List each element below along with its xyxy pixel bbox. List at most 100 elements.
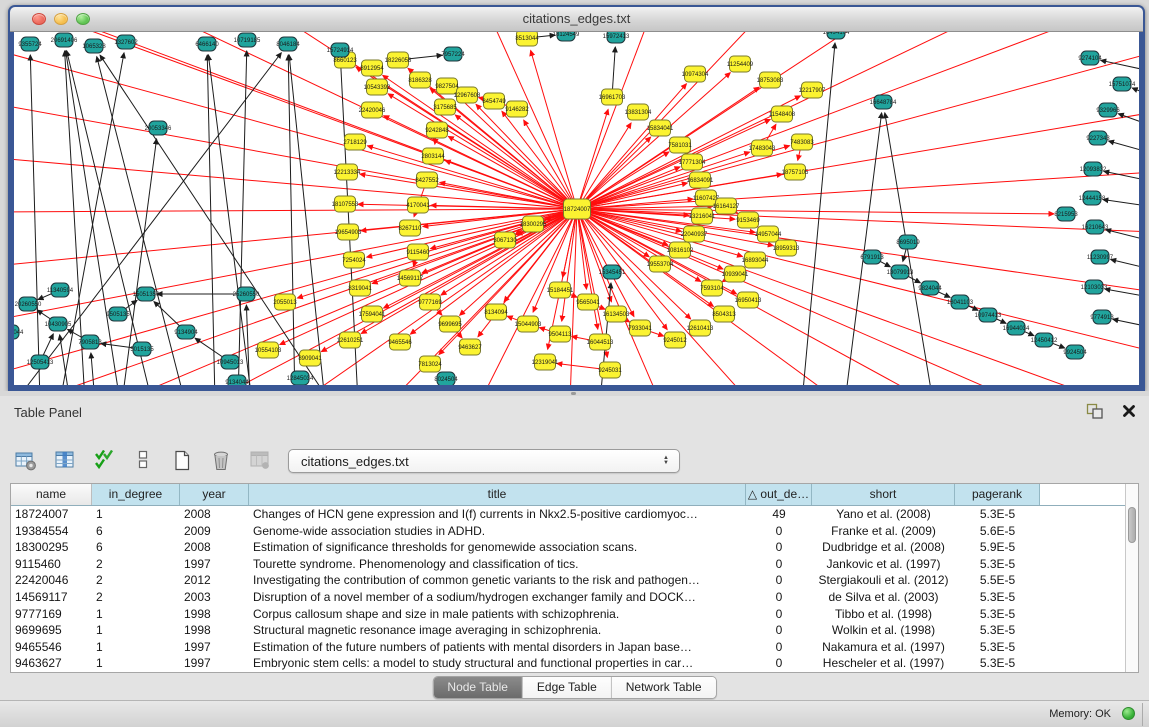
graph-node[interactable]: 14957044 — [755, 226, 782, 242]
cell-year[interactable]: 2009 — [180, 523, 249, 540]
graph-node[interactable]: 7933041 — [628, 320, 652, 336]
graph-node[interactable]: 8454749 — [482, 93, 506, 109]
graph-node[interactable]: 8046184 — [276, 37, 300, 51]
graph-node[interactable]: 8912954 — [360, 60, 384, 76]
graph-node[interactable]: 9824044 — [918, 281, 942, 295]
cell-short[interactable]: Hescheler et al. (1997) — [812, 655, 955, 672]
graph-node[interactable]: 9565041 — [576, 294, 600, 310]
cell-out_degree[interactable]: 0 — [746, 523, 812, 540]
tab-network-table[interactable]: Network Table — [612, 677, 716, 698]
graph-node[interactable]: 16134503 — [603, 306, 630, 322]
graph-node[interactable]: 7957224 — [441, 47, 465, 61]
table-row[interactable]: 1456911722003Disruption of a novel membe… — [11, 589, 1138, 606]
graph-node[interactable]: 17771304 — [679, 154, 706, 170]
graph-node[interactable]: 16944034 — [1003, 321, 1030, 335]
graph-node[interactable]: 8504313 — [712, 306, 736, 322]
table-selector-dropdown[interactable]: citations_edges.txt ▲▼ — [288, 449, 680, 473]
graph-node[interactable]: 22420046 — [359, 102, 386, 118]
graph-node[interactable]: 13831304 — [625, 104, 652, 120]
graph-node[interactable]: 9245031 — [598, 362, 622, 378]
graph-node[interactable]: 10816102 — [667, 242, 694, 258]
cell-name[interactable]: 9115460 — [11, 556, 92, 573]
graph-node[interactable]: 2803144 — [421, 148, 445, 164]
zoom-traffic-light-icon[interactable] — [76, 13, 90, 25]
cell-out_degree[interactable]: 0 — [746, 622, 812, 639]
network-graph[interactable]: 1872400786601238912954182260588186328105… — [14, 32, 1139, 385]
tab-node-table[interactable]: Node Table — [433, 677, 523, 698]
cell-short[interactable]: Dudbridge et al. (2008) — [812, 539, 955, 556]
memory-status-icon[interactable] — [1122, 707, 1135, 720]
cell-year[interactable]: 2012 — [180, 572, 249, 589]
graph-node[interactable]: 12213334 — [334, 164, 361, 180]
cell-short[interactable]: Stergiakouli et al. (2012) — [812, 572, 955, 589]
graph-node[interactable]: 18959313 — [773, 240, 800, 256]
graph-node[interactable]: 12845034 — [287, 371, 314, 385]
cell-year[interactable]: 1998 — [180, 622, 249, 639]
cell-name[interactable]: 22420046 — [11, 572, 92, 589]
graph-node[interactable]: 4170041 — [406, 197, 430, 213]
cell-title[interactable]: Structural magnetic resonance image aver… — [249, 622, 746, 639]
graph-node[interactable]: 9245012 — [663, 332, 687, 348]
graph-node[interactable]: 9153469 — [736, 212, 760, 228]
cell-out_degree[interactable]: 0 — [746, 556, 812, 573]
cell-pagerank[interactable]: 5.6E-5 — [955, 523, 1040, 540]
cell-year[interactable]: 2008 — [180, 539, 249, 556]
cell-title[interactable]: Embryonic stem cells: a model to study s… — [249, 655, 746, 672]
cell-short[interactable]: Nakamura et al. (1997) — [812, 639, 955, 656]
cell-name[interactable]: 9777169 — [11, 606, 92, 623]
graph-node[interactable]: 9463627 — [458, 339, 482, 355]
cell-title[interactable]: Investigating the contribution of common… — [249, 572, 746, 589]
graph-node[interactable]: 9274104 — [1078, 51, 1102, 65]
cell-out_degree[interactable]: 0 — [746, 655, 812, 672]
graph-node[interactable]: 20053346 — [145, 121, 172, 135]
cell-out_degree[interactable]: 0 — [746, 639, 812, 656]
select-all-rows-icon[interactable] — [92, 448, 116, 472]
graph-node[interactable]: 18753083 — [757, 72, 784, 88]
graph-node[interactable]: 9465546 — [388, 334, 412, 350]
cell-name[interactable]: 9465546 — [11, 639, 92, 656]
network-canvas[interactable]: 1872400786601238912954182260588186328105… — [14, 32, 1139, 385]
graph-node[interactable]: 13216041 — [689, 208, 716, 224]
graph-node[interactable]: 9146282 — [505, 101, 529, 117]
cell-pagerank[interactable]: 5.5E-5 — [955, 572, 1040, 589]
cell-title[interactable]: Corpus callosum shape and size in male p… — [249, 606, 746, 623]
graph-node[interactable]: 17594041 — [359, 306, 386, 322]
graph-node[interactable]: 11254409 — [727, 56, 754, 72]
graph-node[interactable]: 20691406 — [51, 33, 78, 47]
graph-node[interactable]: 18107553 — [332, 196, 359, 212]
table-row[interactable]: 1872400712008Changes of HCN gene express… — [11, 506, 1138, 523]
graph-node[interactable]: 7483083 — [790, 134, 814, 150]
graph-node[interactable]: 10430905 — [45, 317, 72, 331]
graph-node[interactable]: 25260550 — [233, 287, 260, 301]
cell-in_degree[interactable]: 6 — [92, 523, 180, 540]
graph-node[interactable]: 11230997 — [1087, 250, 1114, 264]
graph-node[interactable]: 9774913 — [1090, 310, 1114, 324]
graph-node[interactable]: 15044903 — [515, 316, 542, 332]
graph-node[interactable]: 8513044 — [515, 32, 539, 46]
cell-out_degree[interactable]: 0 — [746, 589, 812, 606]
graph-node[interactable]: 8267110 — [399, 220, 423, 236]
cell-in_degree[interactable]: 2 — [92, 589, 180, 606]
graph-node[interactable]: 16893044 — [742, 252, 769, 268]
graph-node[interactable]: 9924504 — [1063, 345, 1087, 359]
cell-pagerank[interactable]: 5.3E-5 — [955, 622, 1040, 639]
graph-node[interactable]: 9505135 — [106, 307, 130, 321]
graph-node[interactable]: 7905813 — [78, 335, 102, 349]
graph-node[interactable]: 8319041 — [348, 280, 372, 296]
cell-in_degree[interactable]: 1 — [92, 506, 180, 523]
cell-pagerank[interactable]: 5.9E-5 — [955, 539, 1040, 556]
graph-node[interactable]: 3067130 — [493, 232, 517, 248]
cell-name[interactable]: 18300295 — [11, 539, 92, 556]
graph-node[interactable]: 17483043 — [749, 140, 776, 156]
graph-node[interactable]: 18300295 — [520, 216, 547, 232]
graph-node[interactable]: 2718129 — [343, 134, 367, 150]
cell-short[interactable]: Yano et al. (2008) — [812, 506, 955, 523]
graph-node[interactable]: 12967608 — [454, 87, 481, 103]
table-row[interactable]: 946554611997Estimation of the future num… — [11, 639, 1138, 656]
cell-title[interactable]: Disruption of a novel member of a sodium… — [249, 589, 746, 606]
cell-year[interactable]: 2003 — [180, 589, 249, 606]
cell-year[interactable]: 1997 — [180, 655, 249, 672]
cell-name[interactable]: 14569117 — [11, 589, 92, 606]
new-document-icon[interactable] — [170, 448, 194, 472]
cell-title[interactable]: Genome-wide association studies in ADHD. — [249, 523, 746, 540]
